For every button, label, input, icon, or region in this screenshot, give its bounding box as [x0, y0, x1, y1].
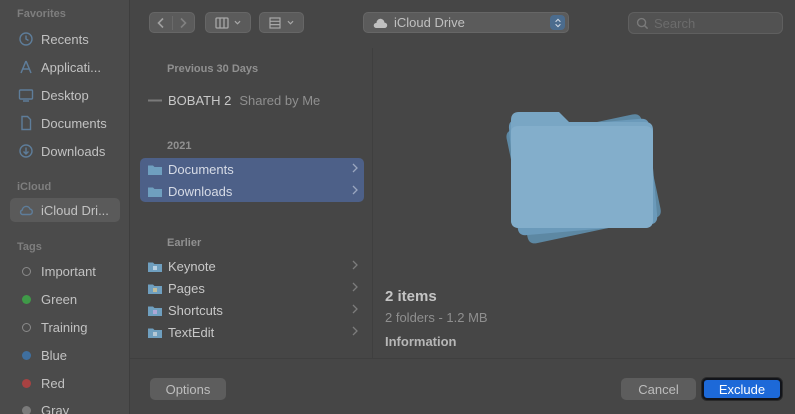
tag-dot-icon — [18, 402, 34, 414]
chevron-right-icon — [352, 185, 358, 195]
sidebar-header-tags: Tags — [17, 241, 42, 253]
sidebar-item-applications[interactable]: Applicati... — [10, 55, 120, 79]
file-row-textedit[interactable]: TextEdit — [140, 321, 364, 343]
sidebar-tag-green[interactable]: Green — [10, 287, 120, 311]
app-folder-icon — [148, 262, 162, 272]
file-row-documents[interactable]: Documents — [140, 158, 364, 180]
file-row-shortcuts[interactable]: Shortcuts — [140, 299, 364, 321]
file-list: Previous 30 Days BOBATH 2 Shared by Me 2… — [130, 48, 373, 358]
sidebar-item-label: iCloud Dri... — [41, 202, 109, 218]
group-by-button[interactable] — [259, 12, 304, 33]
search-field[interactable] — [628, 12, 783, 34]
chevron-left-icon[interactable] — [150, 15, 173, 30]
cancel-button[interactable]: Cancel — [621, 378, 696, 400]
sidebar-item-documents[interactable]: Documents — [10, 111, 120, 135]
chevron-right-icon — [352, 304, 358, 314]
cloud-icon — [373, 18, 388, 28]
sidebar-header-icloud: iCloud — [17, 181, 52, 193]
sidebar-tag-gray[interactable]: Gray — [10, 398, 120, 414]
chevron-right-icon — [352, 282, 358, 292]
folder-stack-icon — [506, 112, 661, 244]
app-folder-icon — [148, 306, 162, 316]
sidebar-item-label: Training — [41, 319, 88, 335]
chevron-right-icon — [352, 326, 358, 336]
back-forward-control[interactable] — [149, 12, 195, 33]
preview-subtitle: 2 folders - 1.2 MB — [385, 310, 488, 325]
chevron-down-icon — [233, 18, 242, 27]
toolbar: iCloud Drive — [130, 0, 795, 48]
sidebar-item-label: Red — [41, 375, 65, 391]
group-header: Earlier — [167, 237, 202, 249]
chevron-right-icon — [352, 163, 358, 173]
tag-dot-icon — [18, 291, 34, 307]
search-input[interactable] — [654, 15, 774, 31]
group-header: Previous 30 Days — [167, 63, 259, 75]
preview-pane: 2 items 2 folders - 1.2 MB Information — [373, 48, 795, 358]
file-row-keynote[interactable]: Keynote — [140, 255, 364, 277]
exclude-button[interactable]: Exclude — [702, 378, 782, 400]
sidebar-tag-important[interactable]: Important — [10, 259, 120, 283]
preview-title: 2 items — [385, 288, 437, 305]
sidebar-header-favorites: Favorites — [17, 8, 66, 20]
columns-view-icon — [214, 16, 229, 30]
view-mode-button[interactable] — [205, 12, 251, 33]
sidebar-item-label: Recents — [41, 31, 89, 47]
chevron-right-icon[interactable] — [173, 16, 195, 30]
file-name: Keynote — [168, 258, 216, 274]
download-icon — [18, 143, 34, 159]
sidebar-tag-blue[interactable]: Blue — [10, 343, 120, 367]
file-row-bobath-2[interactable]: BOBATH 2 Shared by Me — [140, 89, 364, 111]
sidebar-item-label: Documents — [41, 115, 107, 131]
sidebar-item-label: Gray — [41, 402, 70, 414]
app-folder-icon — [148, 284, 162, 294]
tag-dot-icon — [18, 319, 34, 335]
shared-status: Shared by Me — [239, 92, 321, 108]
sidebar-item-downloads[interactable]: Downloads — [10, 139, 120, 163]
sidebar-tag-red[interactable]: Red — [10, 371, 120, 395]
sidebar-item-label: Green — [41, 291, 78, 307]
options-button[interactable]: Options — [150, 378, 226, 400]
file-name: Pages — [168, 280, 205, 296]
sidebar-item-label: Applicati... — [41, 59, 101, 75]
document-icon — [148, 99, 162, 101]
grid-list-icon — [268, 16, 282, 30]
sidebar-item-label: Blue — [41, 347, 68, 363]
bottom-bar: Options Cancel Exclude — [130, 358, 795, 414]
location-popup[interactable]: iCloud Drive — [363, 12, 569, 33]
sidebar-tag-training[interactable]: Training — [10, 315, 120, 339]
sidebar-item-label: Downloads — [41, 143, 106, 159]
chevron-right-icon — [352, 260, 358, 270]
sidebar-item-desktop[interactable]: Desktop — [10, 83, 120, 107]
file-name: Downloads — [168, 183, 233, 199]
preview-info-header: Information — [385, 334, 457, 349]
folder-icon — [148, 165, 162, 175]
sidebar-item-icloud-drive[interactable]: iCloud Dri... — [10, 198, 120, 222]
sidebar-item-recents[interactable]: Recents — [10, 27, 120, 51]
file-row-pages[interactable]: Pages — [140, 277, 364, 299]
file-name: TextEdit — [168, 324, 215, 340]
search-icon — [636, 17, 649, 30]
desktop-icon — [18, 87, 34, 103]
sidebar-item-label: Desktop — [41, 87, 89, 103]
sidebar-item-label: Important — [41, 263, 96, 279]
cloud-icon — [18, 202, 34, 218]
group-header: 2021 — [167, 140, 192, 152]
chevron-down-icon — [286, 18, 295, 27]
tag-dot-icon — [18, 375, 34, 391]
sidebar: Favorites Recents Applicati... Desktop D… — [0, 0, 130, 414]
tag-dot-icon — [18, 347, 34, 363]
file-row-downloads[interactable]: Downloads — [140, 180, 364, 202]
file-name: BOBATH 2 — [168, 92, 232, 108]
up-down-chevron-icon — [550, 15, 565, 30]
clock-icon — [18, 31, 34, 47]
applications-icon — [18, 59, 34, 75]
app-folder-icon — [148, 328, 162, 338]
location-label: iCloud Drive — [394, 15, 465, 30]
file-name: Documents — [168, 161, 234, 177]
file-name: Shortcuts — [168, 302, 223, 318]
document-icon — [18, 115, 34, 131]
folder-icon — [148, 187, 162, 197]
tag-dot-icon — [18, 263, 34, 279]
